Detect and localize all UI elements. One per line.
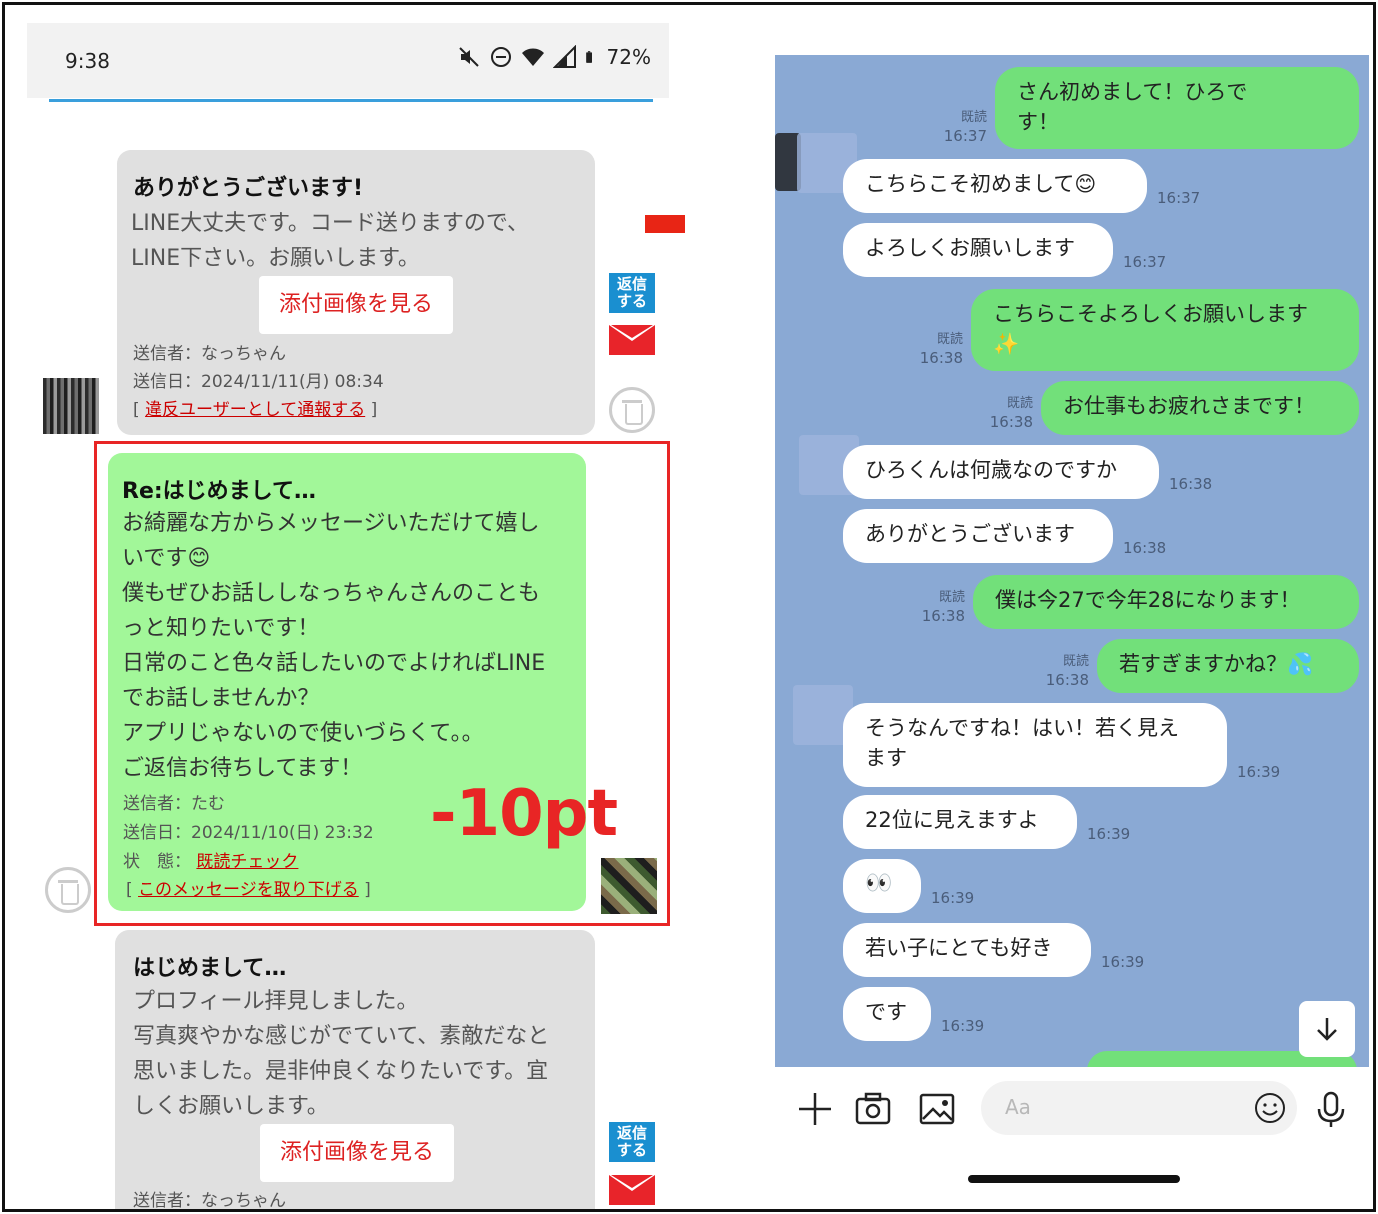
timestamp-text: 16:37 (1157, 189, 1201, 207)
wifi-icon (521, 48, 544, 66)
message-timestamp: 既読 16:38 (1039, 653, 1089, 689)
message-timestamp: 16:39 (931, 889, 974, 907)
their-chat-bubble[interactable]: よろしくお願いします (843, 223, 1113, 277)
chat-history[interactable]: さん初めまして！ひろで す！ 既読 16:37 こちらこそ初めまして😊 16:37 よろし… (775, 55, 1369, 1067)
timestamp-text: 16:39 (941, 1017, 985, 1035)
scroll-down-icon (1317, 1018, 1337, 1041)
sent-date: 送信日：2024/11/11(月) 08:34 (133, 372, 384, 392)
report-line: [ 違反ユーザーとして通報する ] (133, 400, 378, 420)
status-bar: 9:38 72% (27, 23, 669, 98)
their-chat-bubble[interactable]: 👀 (843, 859, 921, 913)
message-card-3: はじめまして… プロフィール拝見しました。 写真爽やかな感じがでていて、素敵だな… (115, 930, 595, 1211)
emoji-icon[interactable] (1253, 1091, 1287, 1125)
image-icon[interactable] (917, 1089, 957, 1129)
input-placeholder: Aa (1005, 1095, 1031, 1119)
message-timestamp: 既読 16:38 (915, 589, 965, 625)
message-timestamp: 既読 16:38 (983, 395, 1033, 431)
timestamp-text: 16:38 (1123, 539, 1167, 557)
reply-button[interactable]: 返信 する (609, 1122, 655, 1162)
read-receipt: 既読 (960, 110, 987, 125)
home-indicator (968, 1175, 1180, 1183)
status-icons: 72% (457, 45, 651, 69)
envelope-icon[interactable] (609, 325, 655, 355)
my-chat-bubble[interactable]: お仕事もお疲れさまです！ (1041, 381, 1359, 435)
envelope-icon[interactable] (609, 1175, 655, 1205)
report-user-link[interactable]: 違反ユーザーとして通報する (145, 400, 365, 420)
header-divider (49, 99, 653, 102)
message-title: はじめまして… (133, 956, 287, 981)
view-attachment-button[interactable]: 添付画像を見る (260, 1124, 454, 1182)
arrow-icon (645, 215, 685, 233)
timestamp-text: 16:38 (1169, 475, 1213, 493)
message-timestamp: 16:37 (1157, 189, 1200, 207)
camera-icon[interactable] (853, 1089, 893, 1129)
message-body: LINE大丈夫です。コード送りますので、 LINE下さい。お願いします。 (131, 211, 530, 271)
chat-input-bar: Aa (775, 1067, 1369, 1167)
view-attachment-button[interactable]: 添付画像を見る (259, 276, 453, 334)
message-timestamp: 16:39 (1237, 763, 1280, 781)
their-chat-bubble[interactable]: です (843, 987, 931, 1041)
timestamp-text: 16:39 (931, 889, 975, 907)
battery-level: 72% (606, 45, 651, 69)
dnd-icon (490, 47, 511, 67)
message-card-1: ありがとうございます! LINE大丈夫です。コード送りますので、 LINE下さい… (117, 150, 595, 435)
read-receipt: 既読 (938, 590, 965, 605)
message-timestamp: 16:38 (1123, 539, 1166, 557)
read-receipt: 既読 (1062, 654, 1089, 669)
my-chat-bubble[interactable]: 僕は今27で今年28になります！ (973, 575, 1359, 629)
app-message-panel: 9:38 72% ありがとうございます! LINE大丈夫です。コード送りますので… (5, 5, 685, 1211)
timestamp-text: 16:38 (1045, 671, 1089, 689)
timestamp-text: 16:38 (989, 413, 1033, 431)
timestamp-text: 16:38 (919, 349, 963, 367)
my-chat-bubble[interactable]: さん初めまして！ひろで す！ (995, 67, 1359, 149)
sender-label: 送信者：なっちゃん (133, 344, 286, 364)
their-chat-bubble[interactable]: ひろくんは何歳なのですか (843, 445, 1159, 499)
message-timestamp: 既読 16:38 (913, 331, 963, 367)
status-time: 9:38 (65, 49, 110, 73)
timestamp-text: 16:38 (921, 607, 965, 625)
their-chat-bubble[interactable]: 22位に見えますよ (843, 795, 1077, 849)
timestamp-text: 16:39 (1237, 763, 1281, 781)
message-timestamp: 16:39 (941, 1017, 984, 1035)
mic-icon[interactable] (1311, 1089, 1351, 1129)
sender-avatar[interactable] (43, 378, 99, 434)
comparison-frame: 9:38 72% ありがとうございます! LINE大丈夫です。コード送りますので… (2, 2, 1376, 1212)
their-chat-bubble[interactable]: 若い子にとても好き (843, 923, 1091, 977)
my-chat-bubble[interactable]: こちらこそよろしくお願いします ✨ (971, 289, 1359, 371)
message-timestamp: 16:39 (1087, 825, 1130, 843)
message-timestamp: 16:38 (1169, 475, 1212, 493)
message-body: プロフィール拝見しました。 写真爽やかな感じがでていて、素敵だなと 思いました。… (133, 989, 550, 1119)
battery-icon (585, 51, 592, 63)
plus-icon[interactable] (795, 1089, 835, 1129)
timestamp-text: 16:39 (1101, 953, 1145, 971)
read-receipt: 既読 (936, 332, 963, 347)
message-timestamp: 16:37 (1123, 253, 1166, 271)
signal-icon (552, 45, 576, 68)
reply-button[interactable]: 返信 する (609, 273, 655, 313)
line-chat-panel: さん初めまして！ひろで す！ 既読 16:37 こちらこそ初めまして😊 16:37 よろし… (775, 55, 1369, 1209)
points-annotation: -10pt (430, 777, 618, 851)
sender-label: 送信者：なっちゃん (133, 1191, 286, 1211)
their-chat-bubble[interactable]: そうなんですね！はい！若く見え ます (843, 703, 1227, 787)
message-title: ありがとうございます! (133, 176, 364, 201)
message-timestamp: 既読 16:37 (937, 109, 987, 145)
mute-icon (458, 47, 479, 67)
read-receipt: 既読 (1006, 396, 1033, 411)
trash-icon[interactable] (609, 387, 655, 433)
timestamp-text: 16:37 (1123, 253, 1167, 271)
message-input[interactable]: Aa (981, 1081, 1297, 1135)
their-chat-bubble[interactable]: こちらこそ初めまして😊 (843, 159, 1147, 213)
trash-icon[interactable] (45, 867, 91, 913)
timestamp-text: 16:39 (1087, 825, 1131, 843)
timestamp-text: 16:37 (943, 127, 987, 145)
scroll-down-button[interactable] (1299, 1001, 1355, 1057)
their-chat-bubble[interactable]: ありがとうございます (843, 509, 1113, 563)
message-timestamp: 16:39 (1101, 953, 1144, 971)
my-chat-bubble[interactable]: 若すぎますかね？💦 (1097, 639, 1359, 693)
highlight-box (94, 441, 670, 926)
